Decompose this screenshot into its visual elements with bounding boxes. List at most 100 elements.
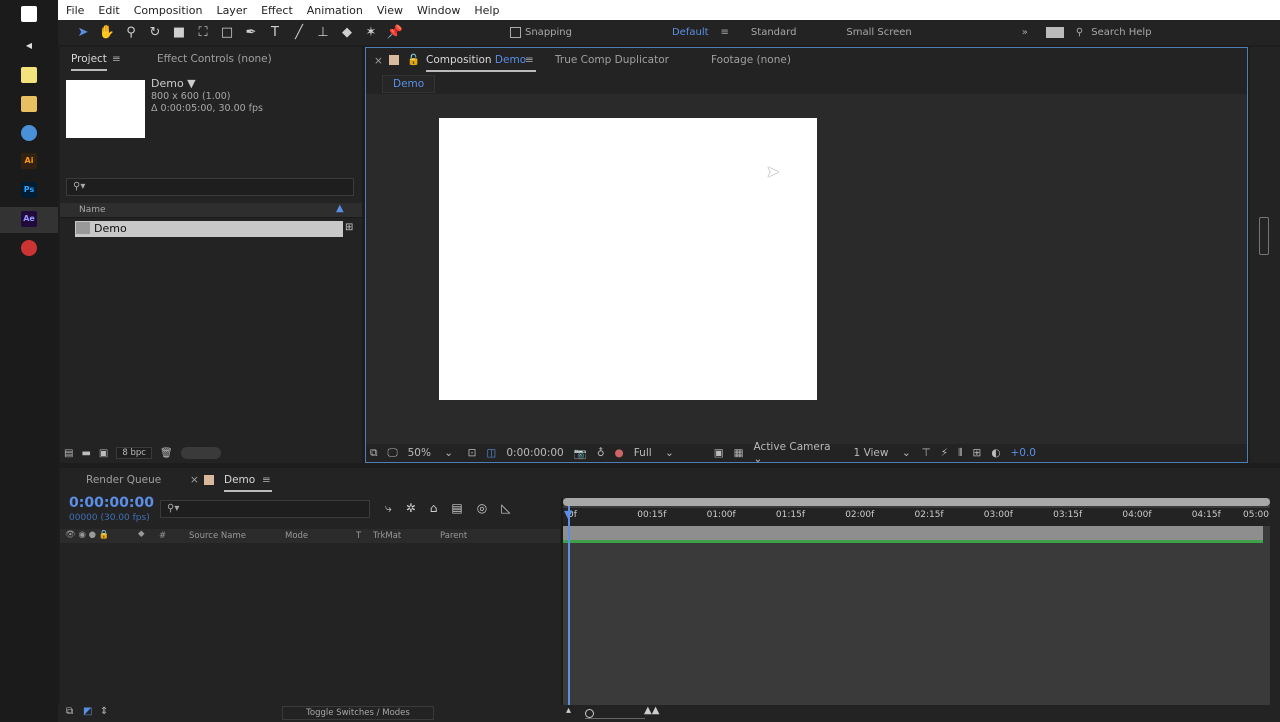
zoom-out-icon[interactable]: ▴ (566, 705, 571, 716)
sort-arrow-icon[interactable]: ▲ (336, 203, 344, 214)
eraser-tool-icon[interactable]: ◆ (338, 24, 356, 42)
menu-help[interactable]: Help (474, 4, 499, 17)
timecode-display[interactable]: 0:00:00:00 (69, 495, 154, 511)
sync-settings-icon[interactable] (1045, 27, 1064, 38)
show-snapshot-icon[interactable]: ♁ (597, 447, 605, 459)
interpret-footage-icon[interactable]: ▤ (64, 448, 73, 459)
shy-layers-icon[interactable]: ⌂ (430, 501, 438, 516)
tab-effect-controls[interactable]: Effect Controls (none) (157, 53, 272, 65)
sticky-notes-icon[interactable] (21, 67, 37, 83)
camera-dropdown[interactable]: Active Camera ⌄ (754, 441, 844, 465)
menu-effect[interactable]: Effect (261, 4, 293, 17)
panel-menu-icon[interactable]: ≡ (525, 54, 534, 66)
comp-name[interactable]: Demo ▼ (151, 77, 196, 90)
bit-depth-button[interactable]: 8 bpc (116, 447, 152, 459)
puppet-pin-tool-icon[interactable]: 📌 (386, 24, 404, 42)
current-time[interactable]: 0:00:00:00 (506, 447, 563, 459)
menu-window[interactable]: Window (417, 4, 460, 17)
fast-previews-icon[interactable]: ⚡ (941, 447, 948, 459)
brush-tool-icon[interactable]: ╱ (290, 24, 308, 42)
transfer-controls-icon[interactable]: ◩ (83, 706, 92, 717)
current-time-indicator[interactable] (568, 506, 570, 705)
zoom-tool-icon[interactable]: ⚲ (122, 24, 140, 42)
scrollbar[interactable] (1259, 217, 1269, 255)
region-of-interest-icon[interactable]: ▣ (714, 447, 724, 459)
composition-canvas[interactable] (439, 118, 817, 400)
graph-editor-icon[interactable]: ◺ (501, 501, 510, 516)
new-composition-icon[interactable]: ▣ (99, 448, 108, 459)
workspace-small-screen[interactable]: Small Screen (846, 27, 911, 38)
tab-true-comp-duplicator[interactable]: True Comp Duplicator (555, 54, 669, 66)
project-item-demo[interactable]: Demo (75, 221, 343, 237)
menu-composition[interactable]: Composition (134, 4, 203, 17)
new-folder-icon[interactable]: ▬ (81, 448, 90, 459)
playhead-handle-icon[interactable]: ▼ (564, 508, 572, 521)
workspace-standard[interactable]: Standard (751, 27, 797, 38)
transparency-grid-icon[interactable]: ▦ (734, 447, 744, 459)
trash-icon[interactable]: 🗑 (160, 448, 173, 459)
illustrator-icon[interactable]: Ai (21, 153, 37, 169)
column-t[interactable]: T (356, 531, 361, 541)
breadcrumb-demo[interactable]: Demo (382, 75, 436, 93)
close-tab-icon[interactable]: × (374, 55, 383, 67)
time-ruler[interactable]: 0f 00:15f 01:00f 01:15f 02:00f 02:15f 03:00f 03… (563, 508, 1270, 526)
flowchart-icon[interactable]: ⊞ (345, 222, 353, 233)
menu-layer[interactable]: Layer (216, 4, 247, 17)
column-trkmat[interactable]: TrkMat (373, 531, 401, 541)
column-parent[interactable]: Parent (440, 531, 467, 541)
column-mode[interactable]: Mode (285, 531, 308, 541)
tab-project[interactable]: Project (71, 53, 107, 71)
menu-view[interactable]: View (377, 4, 403, 17)
mask-visibility-icon[interactable]: ◫ (486, 447, 496, 459)
layer-switches-icon[interactable]: ⧉ (66, 706, 73, 717)
magnification-dropdown[interactable]: 50% ⌄ (408, 447, 458, 459)
photoshop-icon[interactable]: Ps (21, 182, 37, 198)
lock-icon[interactable]: 🔓 (407, 53, 420, 66)
column-number[interactable]: # (159, 531, 166, 541)
tab-composition[interactable]: Composition Demo (426, 54, 536, 72)
timeline-icon[interactable]: ⫴ (958, 447, 962, 460)
in-out-icon[interactable]: ⇕ (100, 706, 108, 717)
menu-file[interactable]: File (66, 4, 84, 17)
pen-tool-icon[interactable]: ✒ (242, 24, 260, 42)
channel-icon[interactable]: ● (615, 447, 624, 459)
clone-stamp-tool-icon[interactable]: ⊥ (314, 24, 332, 42)
flowchart-icon[interactable]: ⊞ (973, 447, 982, 459)
hand-tool-icon[interactable]: ✋ (98, 24, 116, 42)
timeline-search-input[interactable]: ⚲▾ (160, 500, 370, 518)
snapping-checkbox[interactable] (510, 27, 521, 38)
motion-blur-icon[interactable]: ◎ (477, 501, 487, 516)
project-search-input[interactable]: ⚲▾ (66, 178, 354, 196)
record-icon[interactable] (21, 240, 37, 256)
menu-animation[interactable]: Animation (307, 4, 363, 17)
file-explorer-icon[interactable] (21, 96, 37, 112)
close-tab-icon[interactable]: × (190, 474, 199, 486)
scroll-slider[interactable] (180, 447, 221, 459)
draft-3d-icon[interactable]: ✲ (406, 501, 416, 516)
type-tool-icon[interactable]: T (266, 24, 284, 42)
column-name[interactable]: Name (79, 205, 106, 215)
rotate-tool-icon[interactable]: ↻ (146, 24, 164, 42)
more-workspaces-icon[interactable]: » (1022, 27, 1028, 38)
safe-margins-icon[interactable]: ⊡ (468, 447, 477, 459)
windows-icon[interactable] (21, 6, 37, 22)
workspace-menu-icon[interactable]: ≡ (721, 27, 729, 38)
toggle-pixel-aspect-icon[interactable]: ⊤ (922, 447, 931, 459)
comp-flowchart-icon[interactable]: ⤷ (385, 501, 392, 516)
tab-render-queue[interactable]: Render Queue (86, 474, 161, 486)
pan-behind-tool-icon[interactable]: ⛶ (194, 24, 212, 42)
resolution-dropdown[interactable]: Full ⌄ (634, 447, 704, 459)
navigator-bar[interactable] (563, 498, 1270, 506)
view-layout-dropdown[interactable]: 1 View ⌄ (854, 447, 912, 459)
reset-exposure-icon[interactable]: ◐ (991, 447, 1000, 459)
column-source-name[interactable]: Source Name (189, 531, 246, 541)
snapshot-icon[interactable]: 📷 (574, 447, 587, 460)
workspace-default[interactable]: Default (672, 27, 709, 38)
monitor-icon[interactable]: 🖵 (388, 447, 398, 460)
search-help-input[interactable]: Search Help (1091, 27, 1151, 38)
toggle-switches-modes-button[interactable]: Toggle Switches / Modes (282, 706, 434, 720)
selection-tool-icon[interactable]: ➤ (74, 24, 92, 42)
work-area-bar[interactable] (563, 526, 1263, 540)
after-effects-icon[interactable]: Ae (21, 211, 37, 227)
zoom-in-icon[interactable]: ▲▲ (644, 705, 659, 716)
